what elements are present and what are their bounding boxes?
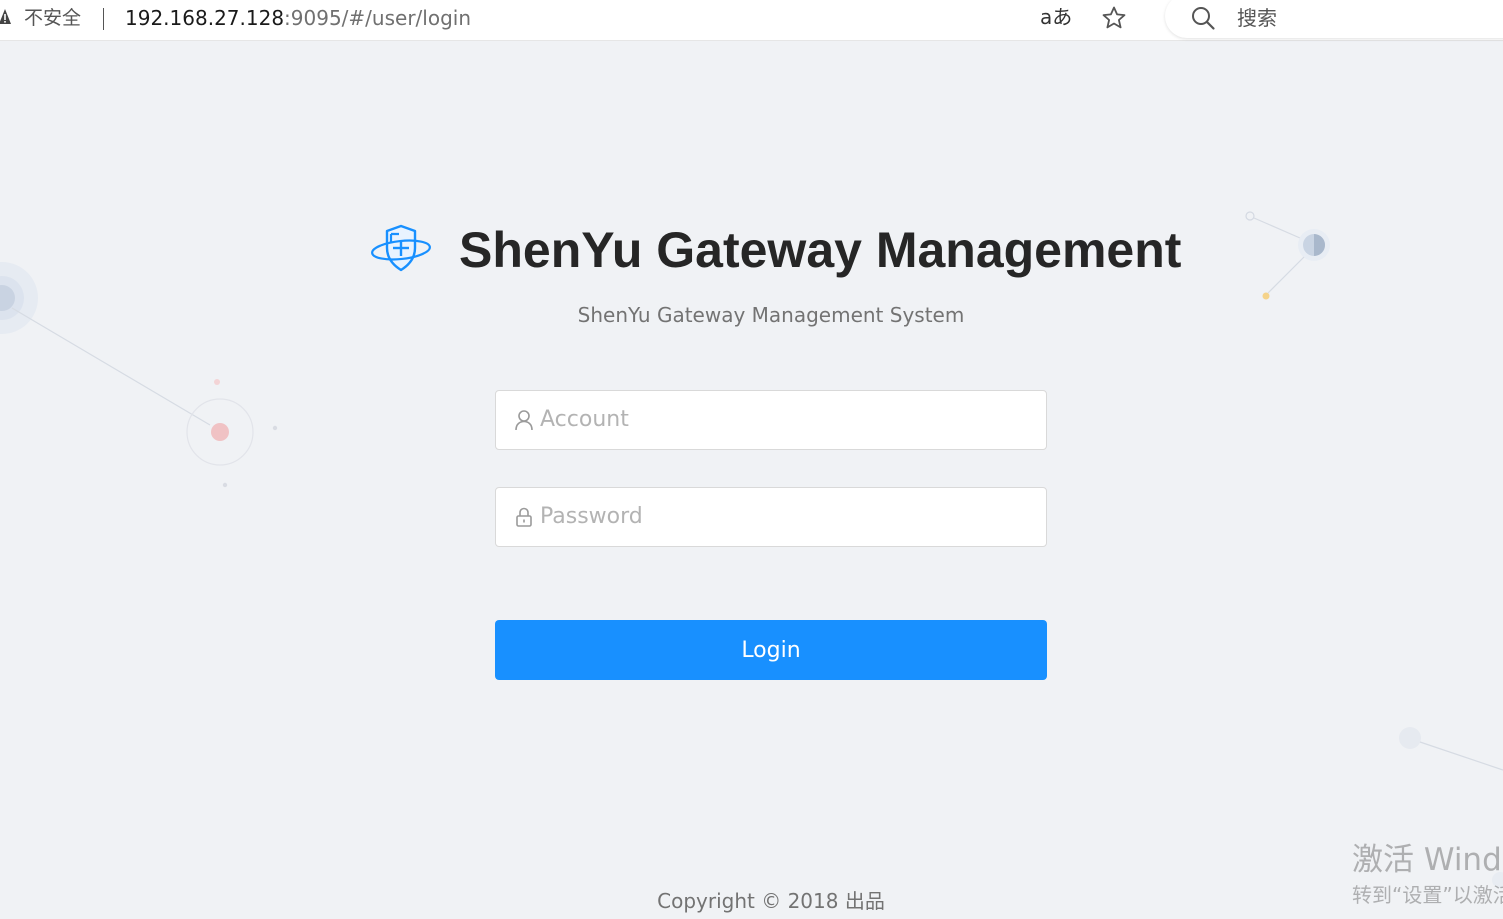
background-decoration — [0, 211, 1503, 888]
account-input[interactable] — [540, 391, 1030, 447]
url-path: :9095/#/user/login — [284, 6, 471, 30]
page-root: 不安全 192.168.27.128:9095/#/user/login aあ … — [0, 0, 1503, 919]
address-separator — [103, 8, 104, 30]
url-field[interactable]: 192.168.27.128:9095/#/user/login — [125, 7, 471, 29]
security-status-label[interactable]: 不安全 — [24, 7, 81, 29]
favorite-star-icon[interactable] — [1101, 5, 1127, 31]
page-title: ShenYu Gateway Management — [459, 222, 1182, 278]
read-aloud-icon[interactable]: aあ — [1040, 6, 1072, 28]
page-subtitle: ShenYu Gateway Management System — [577, 303, 965, 327]
browser-address-bar: 不安全 192.168.27.128:9095/#/user/login aあ … — [0, 0, 1503, 41]
copyright-text: Copyright © 2018 出品 — [657, 889, 885, 913]
user-icon — [515, 410, 533, 431]
password-field[interactable] — [495, 487, 1047, 547]
url-host: 192.168.27.128 — [125, 6, 285, 30]
lock-icon — [516, 507, 532, 527]
password-input[interactable] — [540, 488, 1030, 544]
search-icon[interactable] — [1190, 5, 1216, 31]
shield-logo-icon — [371, 224, 431, 272]
account-field[interactable] — [495, 390, 1047, 450]
login-button[interactable]: Login — [495, 620, 1047, 680]
search-label[interactable]: 搜索 — [1237, 6, 1277, 30]
activation-watermark-hint: 转到“设置”以激活 — [1352, 883, 1503, 907]
activation-watermark-title: 激活 Windo — [1352, 842, 1503, 878]
warning-icon — [0, 9, 11, 24]
